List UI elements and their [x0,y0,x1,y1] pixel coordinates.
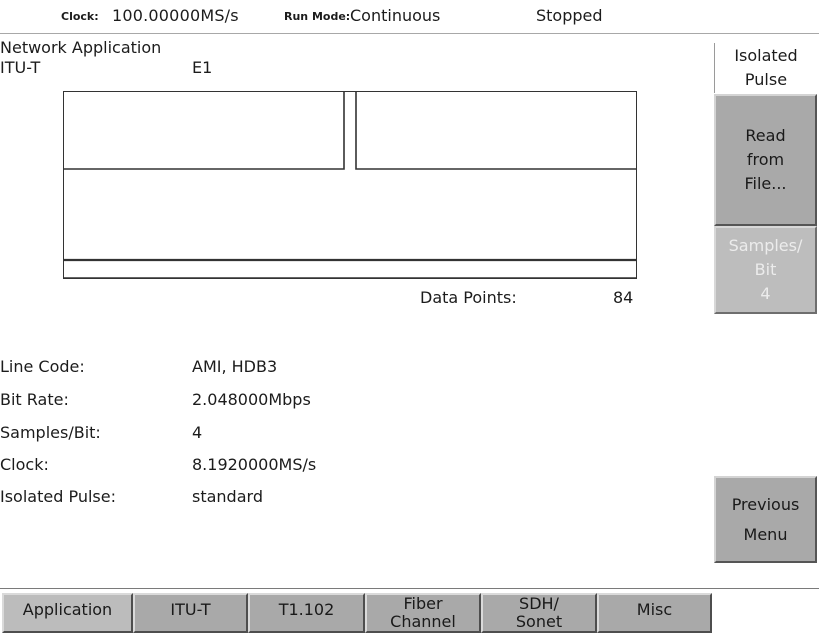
clock-param-value: 8.1920000MS/s [192,455,317,474]
status-bar: Clock: 100.00000MS/s Run Mode: Continuou… [0,0,819,33]
previous-menu-button[interactable]: Previous Menu [714,476,817,563]
clock-value: 100.00000MS/s [112,6,239,25]
format-name: E1 [192,58,213,77]
bottom-menu: Application ITU-T T1.102 Fiber Channel S… [0,588,819,633]
run-state: Stopped [536,6,603,25]
run-mode-value: Continuous [350,6,441,25]
data-points-label: Data Points: [420,288,517,307]
data-points-value: 84 [613,288,634,307]
run-mode-label: Run Mode: [284,10,351,23]
bit-rate-value: 2.048000Mbps [192,390,311,409]
line-code-value: AMI, HDB3 [192,357,278,376]
isolated-pulse-value: standard [192,487,263,506]
samples-per-bit-label: Samples/Bit: [0,423,101,442]
tab-misc[interactable]: Misc [597,593,712,633]
standard-name: ITU-T [0,58,41,77]
pulse-trace [63,91,637,170]
clock-param-label: Clock: [0,455,49,474]
bit-rate-label: Bit Rate: [0,390,69,409]
side-menu: Isolated Pulse Read from File... Samples… [712,33,819,589]
read-from-file-button[interactable]: Read from File... [714,94,817,226]
clock-label: Clock: [61,10,99,23]
samples-per-bit-button[interactable]: Samples/ Bit 4 [714,226,817,314]
tab-itu-t[interactable]: ITU-T [133,593,248,633]
isolated-pulse-label: Isolated Pulse: [0,487,116,506]
side-menu-title: Isolated Pulse [714,43,817,93]
tab-t1-102[interactable]: T1.102 [248,593,365,633]
tab-sdh-sonet[interactable]: SDH/ Sonet [481,593,597,633]
tab-application[interactable]: Application [2,593,133,633]
samples-per-bit-value: 4 [192,423,203,442]
pulse-waveform [63,91,637,279]
line-code-label: Line Code: [0,357,85,376]
page-title: Network Application [0,38,162,57]
tab-fiber-channel[interactable]: Fiber Channel [365,593,481,633]
